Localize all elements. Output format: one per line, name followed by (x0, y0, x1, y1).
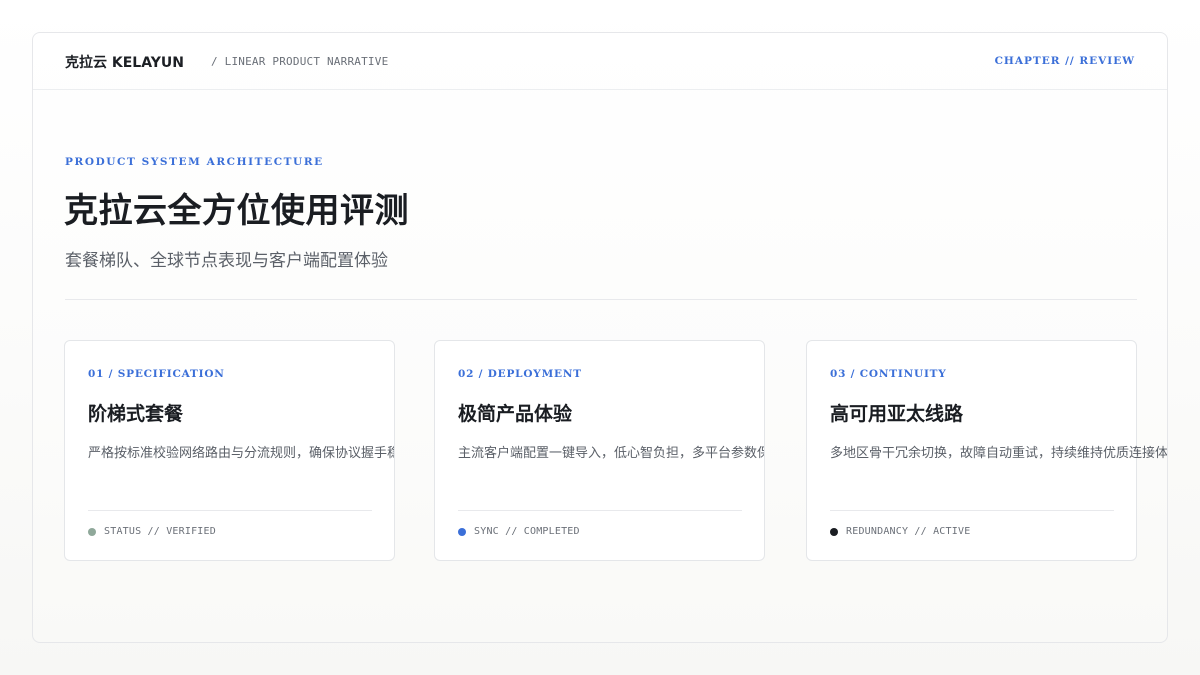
card-label: 02 / DEPLOYMENT (458, 368, 582, 380)
card-deployment[interactable]: 02 / DEPLOYMENT 极简产品体验 主流客户端配置一键导入，低心智负担… (434, 340, 765, 561)
card-divider (458, 510, 742, 511)
chapter-link[interactable]: CHAPTER // REVIEW (995, 55, 1135, 67)
card-title: 高可用亚太线路 (830, 403, 964, 425)
status-dot-icon (830, 527, 838, 536)
section-divider (65, 299, 1137, 300)
card-title: 极简产品体验 (458, 403, 573, 425)
status-dot-icon (88, 527, 96, 536)
brand-logo[interactable]: 克拉云 KELAYUN (65, 52, 184, 72)
eyebrow-label: PRODUCT SYSTEM ARCHITECTURE (65, 156, 324, 168)
card-specification[interactable]: 01 / SPECIFICATION 阶梯式套餐 严格按标准校验网络路由与分流规… (64, 340, 395, 561)
card-continuity[interactable]: 03 / CONTINUITY 高可用亚太线路 多地区骨干冗余切换，故障自动重试… (806, 340, 1167, 561)
card-status: REDUNDANCY // ACTIVE (830, 526, 970, 537)
status-dot-icon (458, 527, 466, 536)
card-description: 严格按标准校验网络路由与分流规则，确保协议握手稳定 (88, 446, 395, 461)
card-divider (88, 510, 372, 511)
card-title: 阶梯式套餐 (88, 403, 184, 425)
card-label: 01 / SPECIFICATION (88, 368, 225, 380)
card-description: 多地区骨干冗余切换，故障自动重试，持续维持优质连接体验 (830, 446, 1168, 461)
status-text: STATUS // VERIFIED (104, 526, 216, 537)
tagline: / LINEAR PRODUCT NARRATIVE (211, 55, 389, 68)
page-subtitle: 套餐梯队、全球节点表现与客户端配置体验 (65, 251, 388, 271)
status-text: SYNC // COMPLETED (474, 526, 580, 537)
top-bar: 克拉云 KELAYUN / LINEAR PRODUCT NARRATIVE C… (33, 33, 1167, 90)
card-status: STATUS // VERIFIED (88, 526, 216, 537)
review-panel: 克拉云 KELAYUN / LINEAR PRODUCT NARRATIVE C… (32, 32, 1168, 643)
card-label: 03 / CONTINUITY (830, 368, 947, 380)
card-divider (830, 510, 1114, 511)
card-description: 主流客户端配置一键导入，低心智负担，多平台参数保持 (458, 446, 765, 461)
card-status: SYNC // COMPLETED (458, 526, 580, 537)
page-title: 克拉云全方位使用评测 (64, 191, 409, 231)
status-text: REDUNDANCY // ACTIVE (846, 526, 971, 537)
